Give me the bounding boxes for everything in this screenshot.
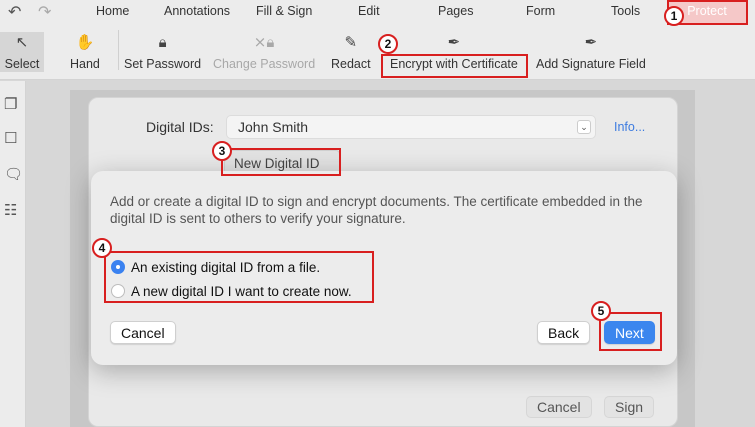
hand-tool-button[interactable]: ✋ Hand xyxy=(70,34,100,71)
chevron-down-icon: ⌄ xyxy=(577,120,591,134)
encrypt-with-certificate-button[interactable]: ✒ Encrypt with Certificate xyxy=(390,34,518,71)
step-marker-4: 4 xyxy=(92,238,112,258)
option-existing-label: An existing digital ID from a file. xyxy=(131,260,321,275)
radio-checked-icon[interactable] xyxy=(111,260,125,274)
undo-icon[interactable]: ↶ xyxy=(8,2,38,22)
cursor-arrow-icon: ↖ xyxy=(15,34,29,51)
menu-fill-sign[interactable]: Fill & Sign xyxy=(256,4,312,18)
set-password-button[interactable]: 🔒︎ Set Password xyxy=(124,34,201,71)
add-digital-id-dialog: Add or create a digital ID to sign and e… xyxy=(91,171,677,365)
select-tool-label: Select xyxy=(4,57,40,71)
cancel-button[interactable]: Cancel xyxy=(110,321,176,344)
digital-id-select[interactable]: John Smith ⌄ xyxy=(226,115,596,139)
sheet-sign-button[interactable]: Sign xyxy=(604,396,655,418)
radio-unchecked-icon[interactable] xyxy=(111,284,125,298)
menu-annotations[interactable]: Annotations xyxy=(164,4,230,18)
toolbar-divider xyxy=(118,30,119,70)
menu-form[interactable]: Form xyxy=(526,4,555,18)
back-button[interactable]: Back xyxy=(537,321,591,344)
certificate-pen-icon: ✒ xyxy=(447,34,461,51)
menu-home[interactable]: Home xyxy=(96,4,129,18)
step-marker-1: 1 xyxy=(664,6,684,26)
history-controls: ↶ ↷ xyxy=(8,2,68,22)
option-new-label: A new digital ID I want to create now. xyxy=(131,284,352,299)
menu-bar: ↶ ↷ Home Annotations Fill & Sign Edit Pag… xyxy=(0,0,755,24)
change-lock-icon: ⨯🔒︎ xyxy=(253,34,275,51)
thumbnails-icon[interactable]: ❐ xyxy=(4,95,17,113)
hand-icon: ✋ xyxy=(75,34,95,51)
add-signature-field-button[interactable]: ✒ Add Signature Field xyxy=(536,34,646,71)
redact-pen-icon: ✎ xyxy=(344,34,358,51)
menu-pages[interactable]: Pages xyxy=(438,4,473,18)
add-signature-field-label: Add Signature Field xyxy=(536,57,646,71)
form-list-icon[interactable]: ☷ xyxy=(4,201,17,219)
dialog-description: Add or create a digital ID to sign and e… xyxy=(110,194,643,226)
encrypt-with-certificate-label: Encrypt with Certificate xyxy=(390,57,518,71)
info-link[interactable]: Info... xyxy=(614,120,645,134)
lock-icon: 🔒︎ xyxy=(158,34,167,51)
menu-tools[interactable]: Tools xyxy=(611,4,640,18)
digital-id-selected-value: John Smith xyxy=(238,119,309,135)
step-marker-5: 5 xyxy=(591,301,611,321)
side-rail: ❐ ☐ 🗨︎ ☷ xyxy=(0,81,26,427)
sheet-cancel-button[interactable]: Cancel xyxy=(526,396,592,418)
protect-toolbar: ↖ Select ✋ Hand 🔒︎ Set Password ⨯🔒︎ Chan… xyxy=(0,24,755,80)
bookmark-icon[interactable]: ☐ xyxy=(4,129,17,147)
redo-icon[interactable]: ↷ xyxy=(38,2,68,22)
select-tool-button[interactable]: ↖ Select xyxy=(0,32,44,72)
option-new-digital-id[interactable]: A new digital ID I want to create now. xyxy=(111,284,352,299)
hand-tool-label: Hand xyxy=(70,57,100,71)
step-marker-2: 2 xyxy=(378,34,398,54)
option-existing-digital-id[interactable]: An existing digital ID from a file. xyxy=(111,260,320,275)
signature-pen-icon: ✒ xyxy=(584,34,598,51)
next-button[interactable]: Next xyxy=(604,321,655,344)
comments-icon[interactable]: 🗨︎ xyxy=(4,165,23,183)
menu-edit[interactable]: Edit xyxy=(358,4,380,18)
redact-label: Redact xyxy=(331,57,371,71)
set-password-label: Set Password xyxy=(124,57,202,71)
change-password-button[interactable]: ⨯🔒︎ Change Password xyxy=(213,34,315,71)
step-marker-3: 3 xyxy=(212,141,232,161)
change-password-label: Change Password xyxy=(213,57,316,71)
digital-ids-label: Digital IDs: xyxy=(146,119,214,135)
redact-button[interactable]: ✎ Redact xyxy=(331,34,371,71)
